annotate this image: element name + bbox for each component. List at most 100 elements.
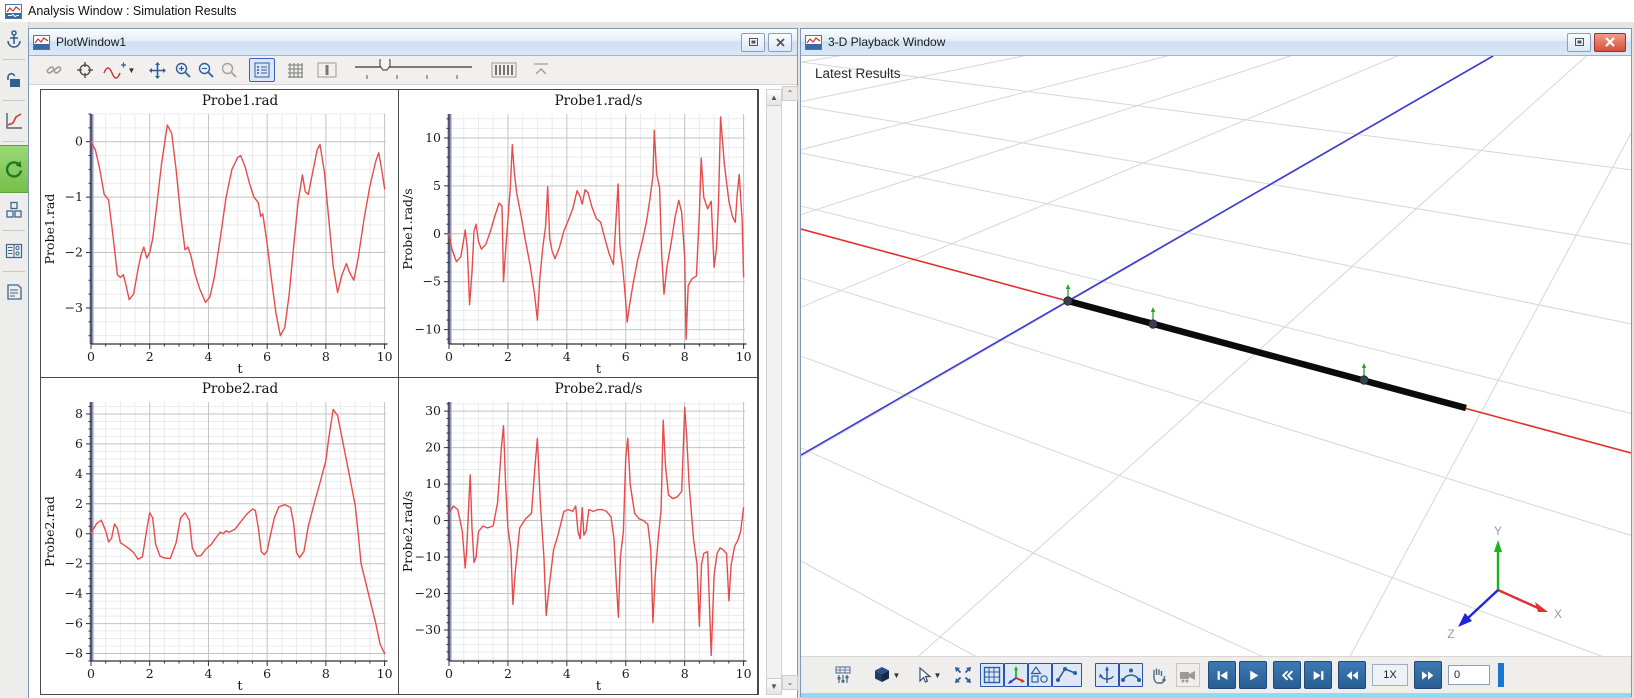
svg-text:Probe2.rad: Probe2.rad — [42, 496, 57, 567]
svg-text:6: 6 — [622, 666, 630, 681]
close-button[interactable] — [768, 33, 792, 52]
plot-window-titlebar[interactable]: PlotWindow1 — [29, 29, 797, 56]
plot-probe2-rads[interactable]: −30−20−1001020300246810Probe2.rad/stProb… — [399, 378, 757, 694]
cube-icon[interactable]: ▼ — [869, 663, 903, 687]
analysis-window: Analysis Window : Simulation Results — [0, 0, 1634, 698]
svg-text:2: 2 — [504, 666, 512, 681]
slower-button[interactable] — [1338, 661, 1366, 689]
mdi-scroll-up-button[interactable]: ⌃ — [782, 86, 798, 101]
plot-probe1-rad[interactable]: −3−2−100246810Probe1.radtProbe1.rad — [41, 90, 398, 377]
zoom-reset-icon[interactable] — [218, 59, 239, 81]
close-button[interactable] — [1594, 33, 1626, 52]
camera-icon[interactable] — [1176, 663, 1200, 687]
plot-content: −3−2−100246810Probe1.radtProbe1.rad −10−… — [29, 85, 797, 698]
polyline-icon[interactable] — [1052, 663, 1082, 687]
sidebar-separator — [3, 271, 25, 272]
sidebar-item-plot-results[interactable] — [0, 104, 28, 138]
mdi-scroll-strip: ⌃ ⌄ — [782, 86, 798, 690]
close-icon — [776, 38, 785, 47]
grid-toggle-icon[interactable] — [283, 59, 307, 81]
svg-text:0: 0 — [75, 134, 83, 149]
chevron-up-icon: ⌃ — [787, 89, 794, 98]
svg-text:X: X — [1554, 607, 1562, 621]
3d-viewport[interactable]: YXZ Latest Results — [801, 56, 1631, 656]
sim-logo-icon — [805, 35, 822, 50]
sidebar-item-rerun-simulation[interactable] — [0, 145, 28, 193]
curve-add-icon[interactable]: ▼ — [102, 59, 136, 81]
sidebar-item-unlock[interactable] — [0, 63, 28, 97]
scroll-down-button[interactable]: ▼ — [767, 678, 781, 694]
svg-text:Probe2.rad: Probe2.rad — [202, 381, 279, 397]
svg-text:−8: −8 — [65, 646, 83, 661]
cursor-icon[interactable]: ▼ — [911, 663, 945, 687]
crosshair-icon[interactable] — [74, 59, 96, 81]
sidebar-item-report[interactable] — [0, 275, 28, 309]
sidebar-item-model-blocks[interactable] — [0, 193, 28, 227]
link-icon[interactable] — [43, 59, 65, 81]
time-slider[interactable] — [351, 59, 479, 81]
svg-text:−2: −2 — [65, 245, 83, 260]
plot-toolbar: ▼ — [29, 56, 797, 85]
left-toolbar — [0, 22, 29, 698]
dropdown-arrow-icon: ▼ — [893, 671, 901, 680]
play-button[interactable] — [1239, 661, 1267, 689]
sidebar-separator — [3, 141, 25, 142]
legend-toggle-icon[interactable] — [249, 58, 275, 82]
svg-text:0: 0 — [433, 513, 441, 528]
plot-probe2-rad[interactable]: −8−6−4−2024680246810Probe2.radtProbe2.ra… — [41, 378, 398, 694]
plot-probe1-rads[interactable]: −10−505100246810Probe1.rad/stProbe1.rad/… — [399, 90, 757, 377]
playback-window-title: 3-D Playback Window — [828, 35, 945, 49]
svg-text:2: 2 — [146, 349, 154, 364]
report-icon — [4, 282, 24, 302]
rotate-axis-icon[interactable] — [1095, 663, 1119, 687]
faster-button[interactable] — [1414, 661, 1442, 689]
svg-text:Probe1.rad: Probe1.rad — [202, 93, 279, 109]
triad-icon[interactable] — [1004, 663, 1028, 687]
svg-text:20: 20 — [425, 440, 441, 455]
maximize-button[interactable] — [1567, 33, 1591, 52]
fit-view-icon[interactable] — [951, 663, 975, 687]
svg-text:0: 0 — [433, 226, 441, 241]
arrow-up-icon: ▲ — [770, 93, 778, 102]
maximize-button[interactable] — [741, 33, 765, 52]
playback-window-titlebar[interactable]: 3-D Playback Window — [801, 29, 1631, 56]
pan-hand-icon[interactable] — [1146, 663, 1170, 687]
svg-text:6: 6 — [263, 349, 271, 364]
pan-icon[interactable] — [146, 59, 168, 81]
scene-settings-icon[interactable] — [831, 663, 855, 687]
zoom-in-icon[interactable] — [172, 59, 193, 81]
rewind-button[interactable] — [1273, 661, 1301, 689]
sidebar-item-attach[interactable] — [0, 22, 28, 56]
svg-text:2: 2 — [75, 496, 83, 511]
shapes-icon[interactable] — [1028, 663, 1052, 687]
close-icon — [1605, 37, 1615, 47]
skip-start-button[interactable] — [1208, 661, 1236, 689]
sim-logo-icon — [33, 35, 50, 50]
app-title: Analysis Window : Simulation Results — [28, 4, 236, 18]
tickmarks-icon[interactable] — [489, 59, 519, 81]
svg-text:−30: −30 — [415, 622, 441, 637]
skip-end-button[interactable] — [1304, 661, 1332, 689]
playback-toolbar: ▼ ▼ — [801, 656, 1631, 693]
svg-text:8: 8 — [681, 349, 689, 364]
maximize-icon — [1575, 38, 1584, 46]
playback-progress-bar[interactable] — [1498, 663, 1504, 687]
probe-icon[interactable] — [315, 59, 339, 81]
svg-text:4: 4 — [75, 466, 83, 481]
app-titlebar: Analysis Window : Simulation Results — [0, 0, 1634, 22]
time-field[interactable]: 0 — [1448, 665, 1490, 685]
orbit-icon[interactable] — [1119, 663, 1143, 687]
svg-text:8: 8 — [322, 666, 330, 681]
zoom-out-icon[interactable] — [195, 59, 216, 81]
svg-text:Probe1.rad/s: Probe1.rad/s — [400, 188, 415, 269]
mdi-scroll-down-button[interactable]: ⌄ — [782, 675, 798, 690]
collapse-icon[interactable] — [529, 59, 553, 81]
svg-text:6: 6 — [75, 436, 83, 451]
plot-scrollbar[interactable]: ▲ ▼ — [766, 89, 782, 695]
scroll-up-button[interactable]: ▲ — [767, 90, 781, 106]
sidebar-item-console-output[interactable] — [0, 234, 28, 268]
svg-text:Probe2.rad/s: Probe2.rad/s — [555, 381, 643, 397]
svg-text:4: 4 — [563, 349, 571, 364]
grid3d-icon[interactable] — [980, 663, 1004, 687]
svg-text:Probe2.rad/s: Probe2.rad/s — [400, 491, 415, 572]
